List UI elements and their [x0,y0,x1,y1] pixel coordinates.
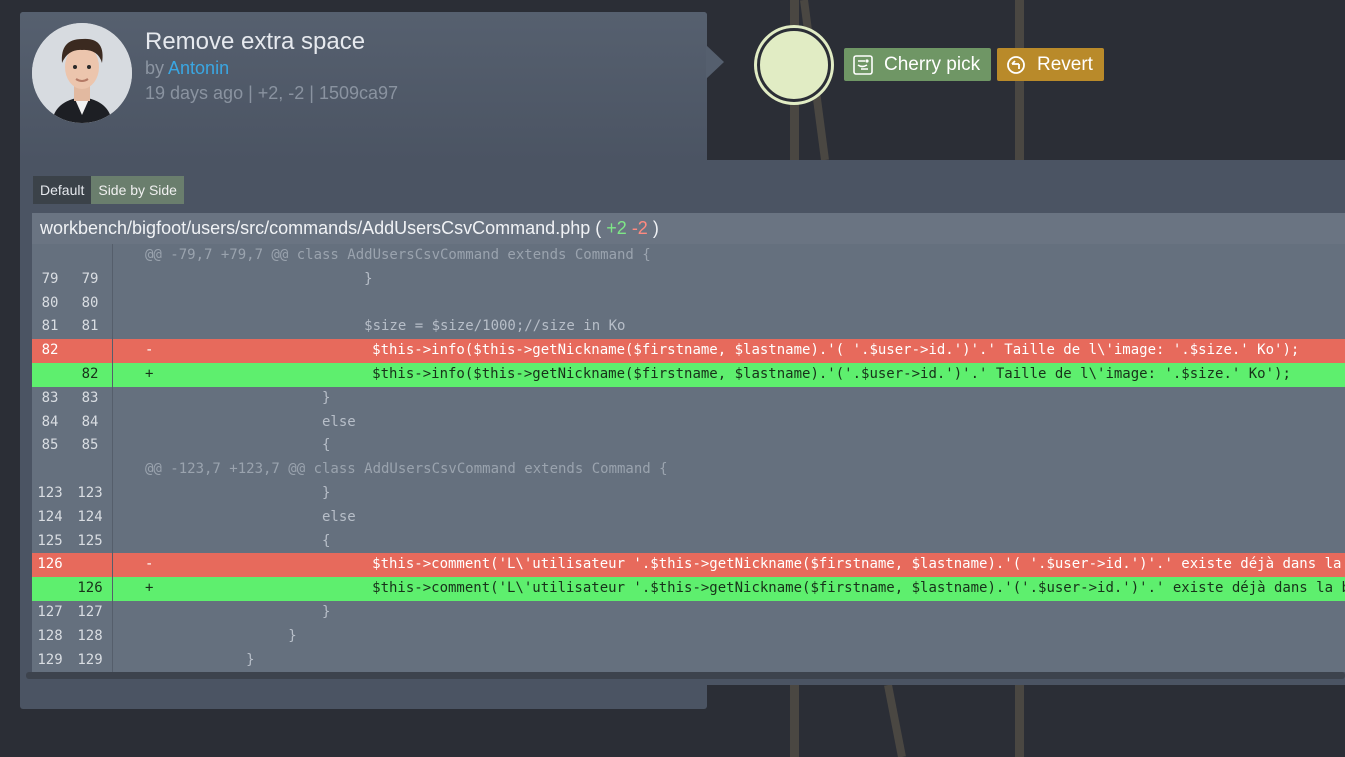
cherry-pick-label: Cherry pick [884,53,981,75]
avatar[interactable] [32,23,132,123]
new-line-number: 81 [81,318,99,335]
diff-line: 124 124 else [32,505,1345,530]
old-line-number: 79 [41,270,59,287]
diff-line: 127 127 } [32,600,1345,625]
diff-line: 84 84 else [32,410,1345,435]
new-line-number: 127 [77,603,103,620]
code-text: $size = $size/1000;//size in Ko [145,318,626,335]
old-line-number: 129 [37,651,63,668]
commit-card-pointer [706,45,724,79]
code-text: $this->comment('L\'utilisateur '.$this->… [372,556,1342,573]
new-line-number: 129 [77,651,103,668]
code-text: @@ -123,7 +123,7 @@ class AddUsersCsvCom… [145,461,668,478]
old-line-number: 81 [41,318,59,335]
diff-line: 123 123 } [32,481,1345,506]
code-text: else [145,413,356,430]
diff-line-added: 126 + $this->comment('L\'utilisateur '.$t… [32,577,1345,601]
diff-line: 81 81 $size = $size/1000;//size in Ko [32,315,1345,340]
file-diff: workbench/bigfoot/users/src/commands/Add… [32,213,1345,672]
code-text: } [145,270,373,287]
code-text: $this->comment('L\'utilisateur '.$this->… [372,580,1345,597]
revert-button[interactable]: Revert [997,48,1104,81]
diff-hunk-header: @@ -123,7 +123,7 @@ class AddUsersCsvCom… [32,458,1345,482]
new-line-number: 125 [77,532,103,549]
by-label: by [145,58,165,78]
new-line-number: 79 [81,270,99,287]
old-line-number: 127 [37,603,63,620]
old-line-number: 128 [37,627,63,644]
additions-count: +2 [606,218,627,238]
revert-label: Revert [1037,53,1093,75]
code-text: } [145,389,331,406]
diff-line: 80 80 [32,291,1345,316]
code-text: else [145,508,356,525]
diff-line: 125 125 { [32,529,1345,554]
tab-default[interactable]: Default [33,176,92,204]
commit-node[interactable] [757,28,831,102]
code-text: } [145,484,331,501]
new-line-number: 124 [77,508,103,525]
diff-line-added: 82 + $this->info($this->getNickname($firs… [32,362,1345,387]
code-text: } [145,651,255,668]
diff-lines: @@ -79,7 +79,7 @@ class AddUsersCsvComma… [32,244,1345,672]
code-text: } [145,627,297,644]
old-line-number: 84 [41,413,59,430]
diff-view-tabs: Default Side by Side [33,176,184,204]
new-line-number: 80 [81,294,99,311]
old-line-number: 126 [37,556,63,573]
old-line-number: 80 [41,294,59,311]
code-text: $this->info($this->getNickname($firstnam… [153,342,1300,359]
new-line-number: 123 [77,484,103,501]
horizontal-scrollbar[interactable] [26,672,1345,679]
code-text: { [145,437,331,454]
diff-line-deleted: 126- $this->comment('L\'utilisateur '.$t… [32,553,1345,578]
revert-icon [1005,54,1027,76]
diff-line: 83 83 } [32,386,1345,411]
file-header[interactable]: workbench/bigfoot/users/src/commands/Add… [32,213,1345,244]
author-link[interactable]: Antonin [168,58,229,78]
old-line-number: 124 [37,508,63,525]
avatar-image [32,23,132,123]
cherry-pick-button[interactable]: Cherry pick [844,48,991,81]
code-text: } [145,603,331,620]
old-line-number: 82 [41,342,59,359]
diff-line: 79 79 } [32,267,1345,292]
code-text: @@ -79,7 +79,7 @@ class AddUsersCsvComma… [145,247,651,263]
tab-side-by-side[interactable]: Side by Side [91,176,184,204]
commit-meta: 19 days ago | +2, -2 | 1509ca97 [145,83,399,103]
code-text: { [145,532,331,549]
deletions-count: -2 [631,218,648,238]
old-line-number: 85 [41,437,59,454]
file-stats-open: ( [595,218,602,238]
old-line-number: 123 [37,484,63,501]
commit-author-line: by Antonin [145,58,229,79]
commit-title: Remove extra space [145,28,366,55]
new-line-number: 84 [81,413,99,430]
new-line-number: 85 [81,437,99,454]
old-line-number: 83 [41,389,59,406]
diff-line: 85 85 { [32,434,1345,459]
diff-line: 129 129 } [32,648,1345,672]
new-line-number: 82 [81,365,99,382]
new-line-number: 126 [77,580,103,597]
code-text: $this->info($this->getNickname($firstnam… [153,365,1291,382]
file-path: workbench/bigfoot/users/src/commands/Add… [40,218,591,238]
file-stats-close: ) [652,218,659,238]
new-line-number: 83 [81,389,99,406]
diff-line-deleted: 82- $this->info($this->getNickname($firs… [32,339,1345,363]
old-line-number: 125 [37,532,63,549]
cherry-pick-icon [852,54,874,76]
diff-line: 128 128 } [32,624,1345,649]
diff-hunk-header: @@ -79,7 +79,7 @@ class AddUsersCsvComma… [32,244,1345,268]
new-line-number: 128 [77,627,103,644]
